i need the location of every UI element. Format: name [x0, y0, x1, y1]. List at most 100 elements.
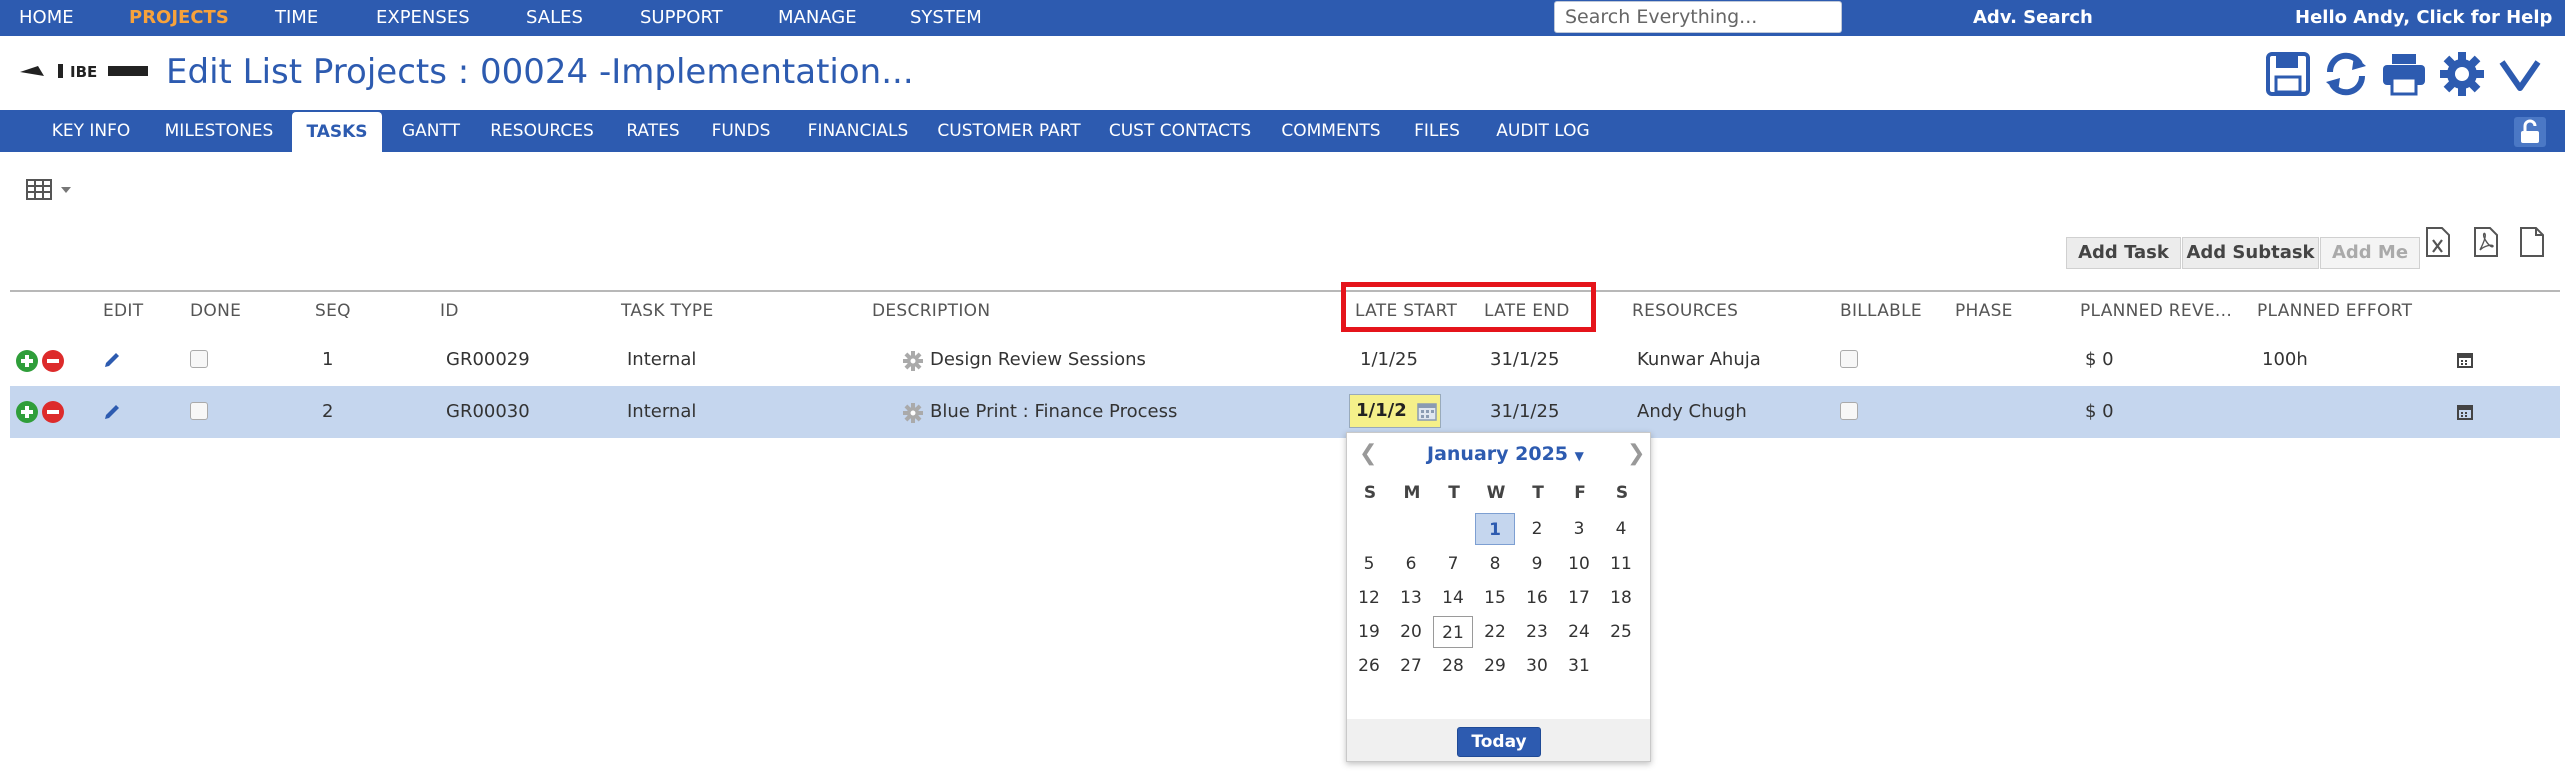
calendar-day[interactable]: 4 — [1601, 513, 1641, 545]
calendar-day[interactable]: 19 — [1349, 616, 1389, 648]
gear-icon[interactable] — [903, 403, 923, 423]
nav-support[interactable]: SUPPORT — [640, 7, 723, 28]
adv-search-link[interactable]: Adv. Search — [1973, 7, 2093, 28]
nav-expenses[interactable]: EXPENSES — [376, 7, 470, 28]
column-header-planned-revenue[interactable]: PLANNED REVE... — [2080, 301, 2232, 321]
tab-comments[interactable]: COMMENTS — [1276, 110, 1386, 152]
task-late-end[interactable]: 31/1/25 — [1490, 349, 1559, 370]
calendar-day[interactable]: 24 — [1559, 616, 1599, 648]
tab-files[interactable]: FILES — [1404, 110, 1470, 152]
column-header-description[interactable]: DESCRIPTION — [872, 301, 990, 321]
column-header-seq[interactable]: SEQ — [315, 301, 351, 321]
calendar-day[interactable]: 9 — [1517, 548, 1557, 580]
billable-checkbox[interactable] — [1840, 402, 1858, 420]
calendar-day[interactable]: 15 — [1475, 582, 1515, 614]
calendar-day[interactable]: 21 — [1433, 616, 1473, 648]
column-header-edit[interactable]: EDIT — [103, 301, 143, 321]
gear-icon[interactable] — [903, 351, 923, 371]
calendar-icon[interactable] — [2456, 351, 2474, 369]
done-checkbox[interactable] — [190, 402, 208, 420]
column-header-planned-effort[interactable]: PLANNED EFFORT — [2257, 301, 2412, 321]
tab-cust-contacts[interactable]: CUST CONTACTS — [1100, 110, 1260, 152]
unlock-button[interactable] — [2514, 117, 2546, 147]
calendar-day[interactable]: 1 — [1475, 513, 1515, 545]
calendar-day[interactable]: 30 — [1517, 650, 1557, 682]
calendar-day[interactable]: 5 — [1349, 548, 1389, 580]
calendar-day[interactable]: 10 — [1559, 548, 1599, 580]
calendar-day[interactable]: 29 — [1475, 650, 1515, 682]
calendar-day[interactable]: 28 — [1433, 650, 1473, 682]
calendar-day[interactable]: 8 — [1475, 548, 1515, 580]
tab-financials[interactable]: FINANCIALS — [798, 110, 918, 152]
column-header-resources[interactable]: RESOURCES — [1632, 301, 1738, 321]
calendar-picker-icon[interactable] — [1416, 400, 1438, 422]
chevron-down-icon[interactable] — [2496, 50, 2544, 98]
calendar-day[interactable]: 20 — [1391, 616, 1431, 648]
add-task-button[interactable]: Add Task — [2066, 237, 2181, 269]
tab-milestones[interactable]: MILESTONES — [158, 110, 280, 152]
calendar-day[interactable]: 31 — [1559, 650, 1599, 682]
calendar-day[interactable]: 18 — [1601, 582, 1641, 614]
column-header-id[interactable]: ID — [440, 301, 459, 321]
column-header-billable[interactable]: BILLABLE — [1840, 301, 1922, 321]
tab-resources[interactable]: RESOURCES — [482, 110, 602, 152]
add-row-icon[interactable] — [16, 401, 38, 423]
print-icon[interactable] — [2380, 50, 2428, 98]
tab-customer-part[interactable]: CUSTOMER PART — [932, 110, 1086, 152]
calendar-day[interactable]: 11 — [1601, 548, 1641, 580]
tab-rates[interactable]: RATES — [618, 110, 688, 152]
calendar-day[interactable]: 25 — [1601, 616, 1641, 648]
pdf-icon[interactable] — [2472, 226, 2500, 258]
task-row-selected[interactable]: 2 GR00030 Internal Blue Print : Finance … — [10, 386, 2560, 438]
nav-time[interactable]: TIME — [275, 7, 318, 28]
tab-funds[interactable]: FUNDS — [706, 110, 776, 152]
calendar-day[interactable]: 13 — [1391, 582, 1431, 614]
calendar-day[interactable]: 6 — [1391, 548, 1431, 580]
task-late-end[interactable]: 31/1/25 — [1490, 401, 1559, 422]
global-search-input[interactable]: Search Everything... — [1554, 1, 1842, 33]
calendar-day[interactable]: 3 — [1559, 513, 1599, 545]
nav-home[interactable]: HOME — [19, 7, 74, 28]
calendar-day[interactable]: 22 — [1475, 616, 1515, 648]
billable-checkbox[interactable] — [1840, 350, 1858, 368]
nav-sales[interactable]: SALES — [526, 7, 583, 28]
remove-row-icon[interactable] — [42, 401, 64, 423]
prev-month-icon[interactable]: ❮ — [1359, 441, 1377, 466]
late-start-date-input[interactable]: 1/1/2 — [1349, 394, 1441, 428]
add-subtask-button[interactable]: Add Subtask — [2182, 237, 2319, 269]
calendar-day[interactable]: 7 — [1433, 548, 1473, 580]
calendar-day[interactable]: 14 — [1433, 582, 1473, 614]
column-header-done[interactable]: DONE — [190, 301, 241, 321]
edit-pencil-icon[interactable] — [103, 403, 121, 421]
column-header-task-type[interactable]: TASK TYPE — [621, 301, 714, 321]
next-month-icon[interactable]: ❯ — [1627, 441, 1645, 466]
calendar-day[interactable]: 26 — [1349, 650, 1389, 682]
calendar-day[interactable]: 16 — [1517, 582, 1557, 614]
tab-key-info[interactable]: KEY INFO — [36, 110, 146, 152]
done-checkbox[interactable] — [190, 350, 208, 368]
calendar-day[interactable]: 27 — [1391, 650, 1431, 682]
calendar-day[interactable]: 12 — [1349, 582, 1389, 614]
tab-audit-log[interactable]: AUDIT LOG — [1488, 110, 1598, 152]
refresh-icon[interactable] — [2322, 50, 2370, 98]
nav-system[interactable]: SYSTEM — [910, 7, 982, 28]
edit-pencil-icon[interactable] — [103, 351, 121, 369]
user-greeting-link[interactable]: Hello Andy, Click for Help — [2295, 7, 2552, 28]
grid-view-selector[interactable] — [25, 178, 75, 202]
nav-projects[interactable]: PROJECTS — [129, 7, 229, 28]
column-header-phase[interactable]: PHASE — [1955, 301, 2013, 321]
calendar-day[interactable]: 17 — [1559, 582, 1599, 614]
remove-row-icon[interactable] — [42, 350, 64, 372]
calendar-day[interactable]: 23 — [1517, 616, 1557, 648]
nav-manage[interactable]: MANAGE — [778, 7, 857, 28]
calendar-day[interactable]: 2 — [1517, 513, 1557, 545]
save-icon[interactable] — [2264, 50, 2312, 98]
add-me-button[interactable]: Add Me — [2320, 237, 2420, 269]
gear-icon[interactable] — [2438, 50, 2486, 98]
tab-gantt[interactable]: GANTT — [396, 110, 466, 152]
month-year-selector[interactable]: January 2025 ▼ — [1427, 443, 1584, 465]
document-icon[interactable] — [2518, 226, 2546, 258]
excel-icon[interactable] — [2424, 226, 2452, 258]
tab-tasks[interactable]: TASKS — [292, 112, 382, 152]
task-late-start[interactable]: 1/1/25 — [1360, 349, 1418, 370]
